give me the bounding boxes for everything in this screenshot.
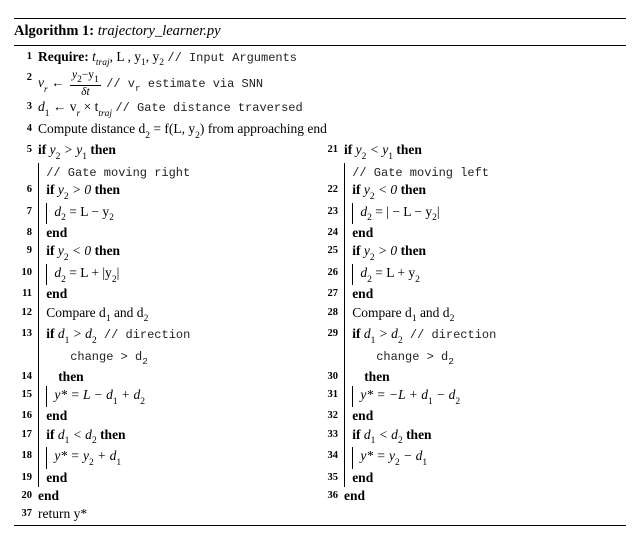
rule-under-header (14, 45, 626, 46)
algo-title: trajectory_learner.py (98, 23, 221, 39)
right-column: 21 if y2 < y1 then // Gate moving left 2… (320, 141, 626, 505)
line-3: 3 d1 ← vr × ttraj // Gate distance trave… (14, 98, 626, 120)
fraction: y2−y1 δt (70, 69, 101, 98)
algo-header: Algorithm 1: trajectory_learner.py (14, 21, 626, 43)
line-2: 2 vr ← y2−y1 δt // vr estimate via SNN (14, 69, 626, 98)
line-4: 4 Compute distance d2 = f(L, y2) from ap… (14, 120, 626, 142)
left-column: 5 if y2 > y1 then // Gate moving right 6… (14, 141, 320, 505)
line-1: 1 Require: ttraj, L , y1, y2 // Input Ar… (14, 48, 626, 70)
rule-top (14, 18, 626, 19)
algo-label: Algorithm 1: (14, 23, 94, 39)
rule-bottom (14, 525, 626, 526)
two-column-block: 5 if y2 > y1 then // Gate moving right 6… (14, 141, 626, 505)
line-37: 37 return y* (14, 505, 626, 523)
